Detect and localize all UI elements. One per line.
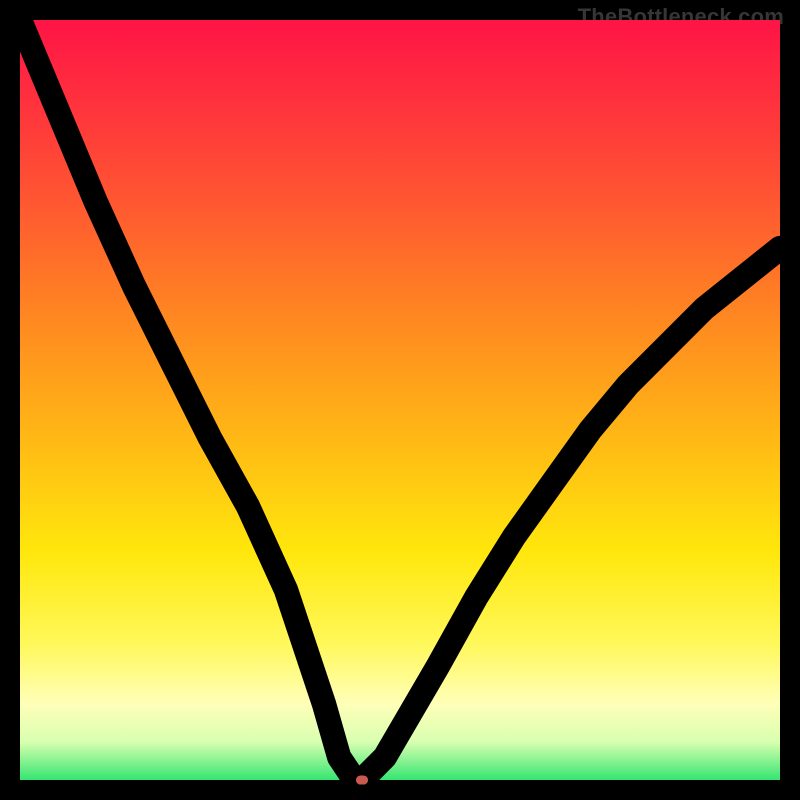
chart-frame: TheBottleneck.com xyxy=(0,0,800,800)
optimal-point-marker xyxy=(356,775,368,784)
chart-svg xyxy=(20,20,780,780)
bottleneck-curve xyxy=(20,20,780,780)
chart-plot-area xyxy=(20,20,780,780)
